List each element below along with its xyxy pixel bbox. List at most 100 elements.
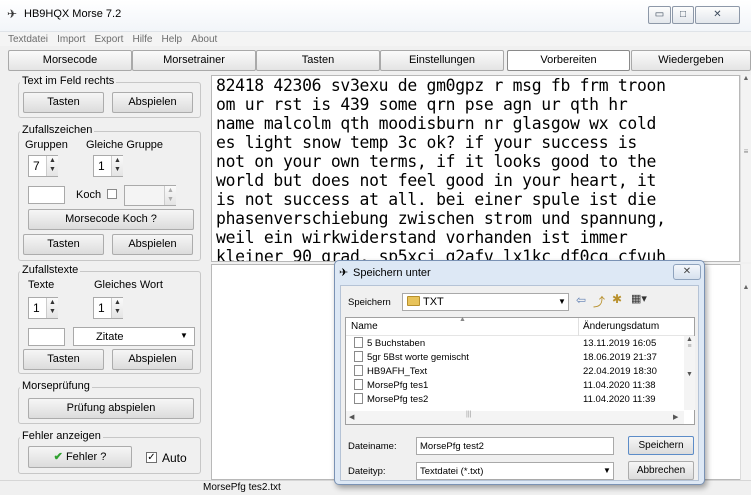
gleiche-gruppe-spinbox[interactable]: 1 ▲ ▼ (93, 155, 123, 177)
menu-help[interactable]: Help (162, 34, 183, 45)
file-date: 22.04.2019 18:30 (583, 366, 657, 377)
minimize-button[interactable]: ▭ (648, 6, 671, 24)
zitate-select-value: Zitate (96, 331, 124, 343)
gruppen-spinbox[interactable]: 7 ▲ ▼ (28, 155, 58, 177)
gleiches-wort-spinbox[interactable]: 1 ▲ ▼ (93, 297, 123, 319)
spin-arrows-icon[interactable]: ▲ ▼ (111, 298, 123, 318)
list-item[interactable]: MorsePfg tes2 11.04.2020 11:39 (346, 393, 694, 407)
file-list-hscroll[interactable]: ◀ ||| ▶ (346, 411, 684, 424)
morsecode-koch-button[interactable]: Morsecode Koch ? (28, 209, 194, 230)
text-line: es light snow temp 3c ok? if your succes… (216, 133, 637, 152)
dropdown-arrow-icon: ▼ (558, 297, 566, 306)
spin-arrows-icon[interactable]: ▲ ▼ (46, 298, 58, 318)
list-item[interactable]: 5 Buchstaben 13.11.2019 16:05 (346, 337, 694, 351)
gleiche-gruppe-label: Gleiche Gruppe (86, 139, 164, 151)
close-icon: ✕ (682, 266, 692, 277)
maximize-icon: □ (679, 9, 687, 20)
texte-spinbox[interactable]: 1 ▲ ▼ (28, 297, 58, 319)
dropdown-arrow-icon: ▼ (603, 466, 611, 475)
gleiches-wort-label: Gleiches Wort (94, 279, 163, 291)
col-name-header[interactable]: Name (351, 321, 378, 332)
dialog-cancel-button[interactable]: Abbrechen (628, 461, 694, 480)
file-name: HB9AFH_Text (367, 366, 428, 377)
abspielen-button-1[interactable]: Abspielen (112, 92, 193, 113)
minimize-icon: ▭ (654, 9, 665, 20)
scroll-up-icon[interactable]: ▲ (741, 284, 751, 291)
filetype-value: Textdatei (*.txt) (420, 466, 484, 477)
tasten-button-2[interactable]: Tasten (23, 234, 104, 255)
file-list-header: Name ▲ Änderungsdatum (346, 316, 694, 336)
koch-level-field[interactable] (28, 186, 65, 204)
file-list-vscroll[interactable]: ▲ ≡ ▼ (684, 336, 695, 410)
main-text-scrollbar[interactable]: ▲ ≡ (740, 75, 751, 262)
list-item[interactable]: HB9AFH_Text 22.04.2019 18:30 (346, 365, 694, 379)
scroll-grip-icon[interactable]: ≡ (741, 147, 751, 156)
close-icon: ✕ (713, 9, 722, 20)
file-name: 5 Buchstaben (367, 338, 426, 349)
group-title-zufallszeichen: Zufallszeichen (20, 124, 95, 136)
text-line: 82418 42306 sv3exu de gm0gpz r msg fb fr… (216, 76, 666, 95)
tab-einstellungen[interactable]: Einstellungen (380, 50, 504, 71)
scroll-up-icon[interactable]: ▲ (741, 75, 751, 82)
pruefung-abspielen-button[interactable]: Prüfung abspielen (28, 398, 194, 419)
folder-select-value-wrap: TXT (407, 296, 444, 308)
tasten-button-1[interactable]: Tasten (23, 92, 104, 113)
list-item[interactable]: MorsePfg tes1 11.04.2020 11:38 (346, 379, 694, 393)
spin-arrows-icon[interactable]: ▲ ▼ (46, 156, 58, 176)
col-divider (578, 318, 579, 336)
koch-checkbox[interactable] (107, 189, 117, 199)
file-icon (354, 351, 363, 362)
maximize-button[interactable]: □ (672, 6, 694, 24)
back-icon[interactable]: ⇦ (576, 293, 586, 307)
tab-tasten[interactable]: Tasten (256, 50, 380, 71)
text-line: weil ein wirkwiderstand vorhanden ist im… (216, 228, 628, 247)
col-date-header[interactable]: Änderungsdatum (583, 321, 659, 332)
dropdown-arrow-icon: ▼ (180, 331, 188, 340)
close-button[interactable]: ✕ (695, 6, 740, 24)
menu-export[interactable]: Export (95, 34, 124, 45)
zitate-select[interactable]: Zitate ▼ (73, 327, 195, 346)
group-title-fehler: Fehler anzeigen (20, 430, 103, 442)
speichern-in-label: Speichern (348, 297, 391, 308)
auto-checkbox[interactable]: ✓ (146, 452, 157, 463)
filename-value: MorsePfg test2 (420, 441, 484, 452)
zufallstexte-field[interactable] (28, 328, 65, 346)
tab-wiedergeben[interactable]: Wiedergeben (631, 50, 751, 71)
dialog-save-button[interactable]: Speichern (628, 436, 694, 455)
tab-vorbereiten[interactable]: Vorbereiten (507, 50, 630, 71)
folder-select[interactable]: TXT ▼ (402, 293, 569, 311)
koch-spinbox[interactable]: ▲ ▼ (124, 185, 176, 206)
gleiches-wort-value: 1 (98, 301, 105, 315)
main-text-area[interactable]: 82418 42306 sv3exu de gm0gpz r msg fb fr… (211, 75, 740, 262)
fehler-button[interactable]: ✔ Fehler ? (28, 446, 132, 468)
gruppen-value: 7 (33, 159, 40, 173)
abspielen-button-3[interactable]: Abspielen (112, 349, 193, 370)
view-menu-icon[interactable]: ▦▾ (631, 292, 647, 305)
new-folder-icon[interactable]: ✱ (612, 292, 622, 306)
lower-scrollbar[interactable]: ▲ (740, 264, 751, 480)
spin-arrows-icon[interactable]: ▲ ▼ (111, 156, 123, 176)
folder-icon (407, 296, 420, 306)
menu-import[interactable]: Import (57, 34, 85, 45)
file-date: 11.04.2020 11:38 (583, 380, 656, 391)
file-list[interactable]: Name ▲ Änderungsdatum 5 Buchstaben 13.11… (345, 316, 695, 425)
filetype-select[interactable]: Textdatei (*.txt) ▼ (416, 462, 614, 480)
dateiname-label: Dateiname: (348, 441, 397, 452)
file-icon (354, 365, 363, 376)
tab-morsetrainer[interactable]: Morsetrainer (132, 50, 256, 71)
file-name: MorsePfg tes1 (367, 380, 429, 391)
dialog-close-button[interactable]: ✕ (673, 264, 701, 280)
filename-input[interactable]: MorsePfg test2 (416, 437, 614, 455)
tab-morsecode[interactable]: Morsecode (8, 50, 132, 71)
menu-about[interactable]: About (191, 34, 217, 45)
spin-arrows-icon[interactable]: ▲ ▼ (164, 186, 176, 205)
up-folder-icon[interactable]: ⤴ (593, 293, 605, 310)
menu-textdatei[interactable]: Textdatei (8, 34, 48, 45)
tasten-button-3[interactable]: Tasten (23, 349, 104, 370)
text-line: is not success at all. bei einer spule i… (216, 190, 657, 209)
file-date: 11.04.2020 11:39 (583, 394, 656, 405)
menu-hilfe[interactable]: Hilfe (132, 34, 152, 45)
gleiche-gruppe-value: 1 (98, 159, 105, 173)
list-item[interactable]: 5gr 5Bst worte gemischt 18.06.2019 21:37 (346, 351, 694, 365)
abspielen-button-2[interactable]: Abspielen (112, 234, 193, 255)
